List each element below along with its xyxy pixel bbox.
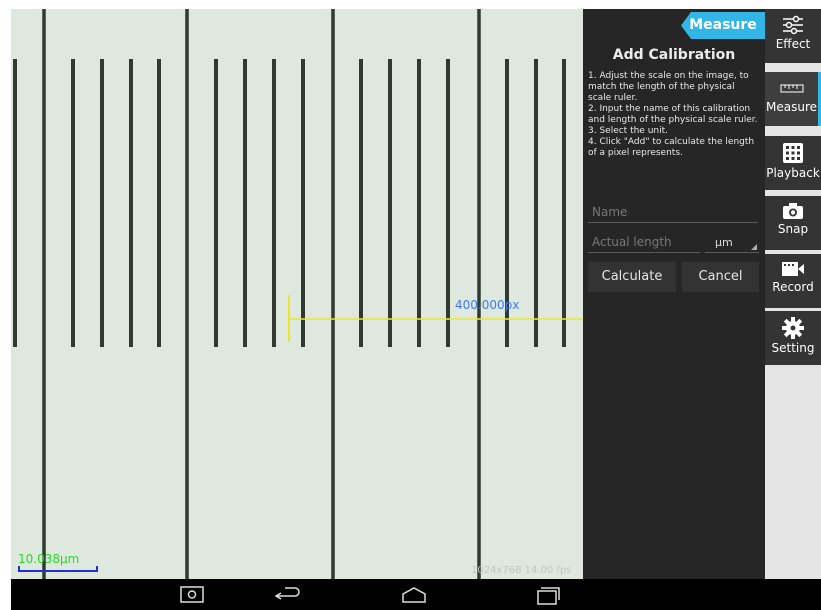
sidebar-item-effect[interactable]: Effect: [765, 9, 821, 63]
sidebar-item-measure[interactable]: Measure: [765, 72, 821, 126]
screenshot-icon[interactable]: [177, 584, 207, 606]
measure-length-label: 400.000px: [455, 298, 520, 312]
calculate-button[interactable]: Calculate: [588, 262, 676, 292]
home-icon[interactable]: [399, 584, 429, 606]
gear-icon: [782, 317, 804, 339]
instructions: 1. Adjust the scale on the image, to mat…: [588, 71, 760, 159]
sidebar-item-snap[interactable]: Snap: [765, 196, 821, 250]
sidebar-item-label: Setting: [771, 341, 815, 355]
calibration-panel: Measure Add Calibration 1. Adjust the sc…: [583, 9, 765, 579]
ruler-icon: [780, 84, 803, 93]
sidebar-item-record[interactable]: Record: [765, 254, 821, 308]
scale-bar-label: 10.038µm: [18, 552, 80, 566]
sidebar-item-label: Measure: [766, 100, 817, 114]
instruction-step-3: 3. Select the unit.: [588, 126, 669, 136]
sidebar-item-label: Effect: [775, 37, 811, 51]
back-icon[interactable]: [273, 584, 303, 606]
instruction-step-4: 4. Click "Add" to calculate the length o…: [588, 137, 755, 158]
camera-icon: [783, 203, 803, 219]
resolution-fps-label: 1024x768 14.00 fps: [471, 565, 572, 576]
sidebar: Effect Measure Playback Snap Record Sett…: [765, 9, 821, 579]
microscope-viewer[interactable]: 400.000px 10.038µm 1024x768 14.00 fps: [11, 9, 583, 579]
unit-select[interactable]: µm: [705, 231, 759, 253]
ruler-image: [13, 9, 583, 579]
tablet-screen: 400.000px 10.038µm 1024x768 14.00 fps Me…: [11, 9, 821, 610]
length-field-wrapper: [588, 231, 700, 253]
scale-bar: [18, 566, 98, 572]
actual-length-input[interactable]: [592, 235, 700, 249]
recent-apps-icon[interactable]: [533, 584, 563, 606]
instruction-step-1: 1. Adjust the scale on the image, to mat…: [588, 71, 749, 103]
grid-icon: [783, 143, 803, 163]
name-input[interactable]: [592, 205, 758, 219]
sidebar-item-setting[interactable]: Setting: [765, 311, 821, 365]
sidebar-item-playback[interactable]: Playback: [765, 136, 821, 190]
sliders-icon: [783, 15, 803, 35]
android-navbar: [11, 579, 821, 610]
sidebar-item-label: Record: [772, 280, 814, 294]
name-field-wrapper: [588, 201, 758, 223]
sidebar-item-label: Playback: [766, 166, 820, 180]
cancel-button[interactable]: Cancel: [682, 262, 759, 292]
panel-title: Add Calibration: [612, 47, 736, 63]
video-icon: [782, 262, 804, 276]
sidebar-item-label: Snap: [777, 222, 809, 236]
instruction-step-2: 2. Input the name of this calibration an…: [588, 104, 758, 125]
measure-tab[interactable]: Measure: [681, 12, 765, 39]
